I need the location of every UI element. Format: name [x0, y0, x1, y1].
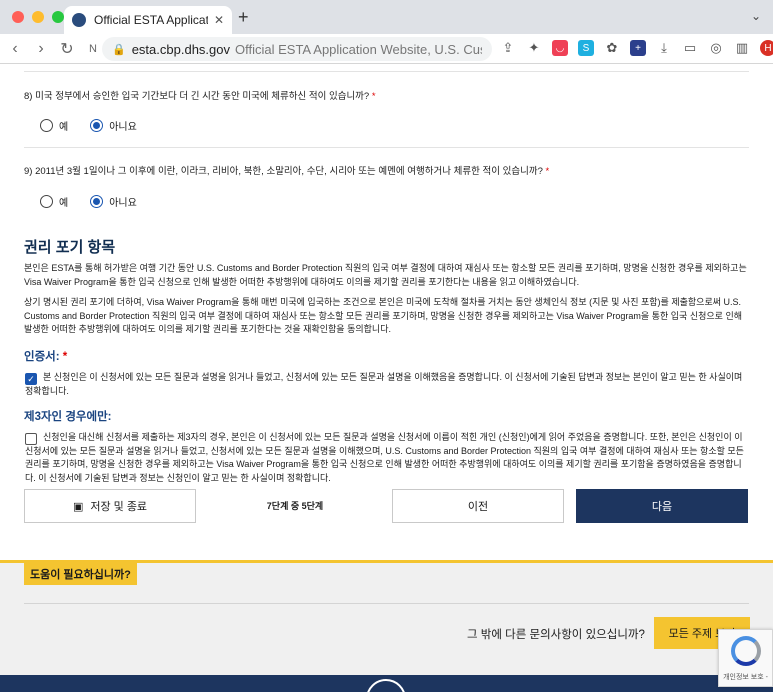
step-indicator: 7단계 중 5단계 — [266, 501, 324, 511]
lock-icon: 🔒 — [112, 43, 126, 56]
screen-share-icon[interactable]: ▭ — [682, 40, 698, 56]
dhs-seal-favicon-icon — [72, 13, 86, 27]
next-button[interactable]: 다음 — [576, 489, 748, 523]
maximize-window-icon[interactable] — [52, 11, 64, 23]
option-no-label: 아니요 — [109, 198, 137, 209]
browser-tab[interactable]: Official ESTA Application Website ✕ — [64, 6, 232, 34]
radio-selected-icon[interactable] — [90, 119, 104, 132]
question-8: 8) 미국 정부에서 승인한 입국 기간보다 더 긴 시간 동안 미국에 체류하… — [24, 88, 376, 102]
question-8-text: 8) 미국 정부에서 승인한 입국 기간보다 더 긴 시간 동안 미국에 체류하… — [24, 91, 370, 102]
certification-heading-text: 인증서: — [24, 351, 60, 363]
radio-unselected-icon[interactable] — [40, 195, 53, 208]
third-party-text: 신청인을 대신해 신청서를 제출하는 제3자의 경우, 본인은 이 신청서에 있… — [25, 432, 744, 483]
option-yes-label: 예 — [59, 198, 69, 209]
reader-mode-icon[interactable]: N — [82, 43, 104, 55]
question-9-text: 9) 2011년 3월 1일이나 그 이후에 이란, 이라크, 리비아, 북한,… — [24, 166, 543, 177]
uk-flag-extension-icon[interactable]: + — [630, 40, 646, 56]
settings-extension-icon[interactable]: ✿ — [604, 40, 620, 56]
previous-button[interactable]: 이전 — [392, 489, 564, 523]
certification-text: 본 신청인은 이 신청서에 있는 모든 질문과 설명을 읽거나 들었고, 신청서… — [25, 372, 743, 396]
question-8-options: 예 아니요 — [40, 118, 137, 133]
question-9-no[interactable]: 아니요 — [90, 194, 137, 209]
puzzle-extensions-icon[interactable]: ✦ — [526, 40, 542, 56]
window-controls[interactable] — [12, 11, 64, 23]
certification-heading: 인증서: * — [24, 348, 67, 364]
radio-unselected-icon[interactable] — [40, 119, 53, 132]
save-label: 저장 및 종료 — [90, 501, 148, 513]
address-bar[interactable]: 🔒 esta.cbp.dhs.gov Official ESTA Applica… — [102, 37, 492, 61]
waiver-heading: 권리 포기 항목 — [24, 239, 116, 256]
back-icon[interactable]: ‹ — [4, 40, 26, 58]
save-floppy-icon: ▣ — [72, 500, 84, 513]
waiver-paragraph-1: 본인은 ESTA를 통해 허가받은 여행 기간 동안 U.S. Customs … — [24, 263, 747, 287]
extension-toolbar: ⇪ ✦ ◡ S ✿ + ⤓ ▭ ◎ ▥ H ⋮ — [500, 40, 773, 56]
profile-avatar-icon[interactable]: H — [760, 40, 773, 56]
question-9-options: 예 아니요 — [40, 194, 137, 209]
other-questions-text: 그 밖에 다른 문의사항이 있으십니까? — [467, 629, 645, 641]
recaptcha-badge[interactable]: 개인정보 보호 - — [718, 629, 773, 687]
share-icon[interactable]: ⇪ — [500, 40, 516, 56]
new-tab-icon[interactable]: + — [238, 7, 249, 28]
question-9: 9) 2011년 3월 1일이나 그 이후에 이란, 이라크, 리비아, 북한,… — [24, 163, 549, 177]
required-marker: * — [62, 351, 68, 363]
option-yes-label: 예 — [59, 122, 69, 133]
help-heading: 도움이 필요하십니까? — [24, 563, 137, 585]
screenshot-icon[interactable]: ◎ — [708, 40, 724, 56]
third-party-heading: 제3자인 경우에만: — [24, 411, 112, 423]
minimize-window-icon[interactable] — [32, 11, 44, 23]
divider — [24, 603, 749, 604]
option-no-label: 아니요 — [109, 122, 137, 133]
next-label: 다음 — [651, 501, 673, 513]
question-8-no[interactable]: 아니요 — [90, 118, 137, 133]
sidebar-toggle-icon[interactable]: ▥ — [734, 40, 750, 56]
question-9-yes[interactable]: 예 — [40, 194, 68, 209]
close-tab-icon[interactable]: ✕ — [214, 13, 224, 27]
save-and-exit-button[interactable]: ▣ 저장 및 종료 — [24, 489, 196, 523]
recaptcha-logo-icon — [730, 636, 761, 666]
required-marker: * — [371, 91, 376, 102]
browser-tab-bar: Official ESTA Application Website ✕ + ⌄ — [0, 0, 773, 34]
divider — [24, 147, 749, 148]
download-icon[interactable]: ⤓ — [656, 40, 672, 56]
browser-toolbar: ‹ › ↻ N 🔒 esta.cbp.dhs.gov Official ESTA… — [0, 34, 773, 64]
recaptcha-privacy-text[interactable]: 개인정보 보호 - — [723, 672, 768, 682]
divider — [24, 71, 749, 72]
waiver-paragraph-2: 상기 명시된 권리 포기에 더하여, Visa Waiver Program을 … — [24, 297, 742, 334]
s-extension-icon[interactable]: S — [578, 40, 594, 56]
pocket-extension-icon[interactable]: ◡ — [552, 40, 568, 56]
question-8-yes[interactable]: 예 — [40, 118, 68, 133]
url-page-title: Official ESTA Application Website, U.S. … — [235, 41, 482, 57]
tab-search-chevron-icon[interactable]: ⌄ — [751, 9, 761, 23]
close-window-icon[interactable] — [12, 11, 24, 23]
radio-selected-icon[interactable] — [90, 195, 104, 208]
page-content: 8) 미국 정부에서 승인한 입국 기간보다 더 긴 시간 동안 미국에 체류하… — [0, 65, 773, 692]
previous-label: 이전 — [467, 501, 489, 513]
help-footer: 도움이 필요하십니까? 그 밖에 다른 문의사항이 있으십니까? 모든 주제 보… — [0, 560, 773, 692]
forward-icon[interactable]: › — [30, 40, 52, 58]
reload-icon[interactable]: ↻ — [56, 39, 78, 59]
url-host: esta.cbp.dhs.gov — [131, 41, 230, 57]
tab-title: Official ESTA Application Website — [94, 13, 208, 27]
required-marker: * — [545, 166, 550, 177]
